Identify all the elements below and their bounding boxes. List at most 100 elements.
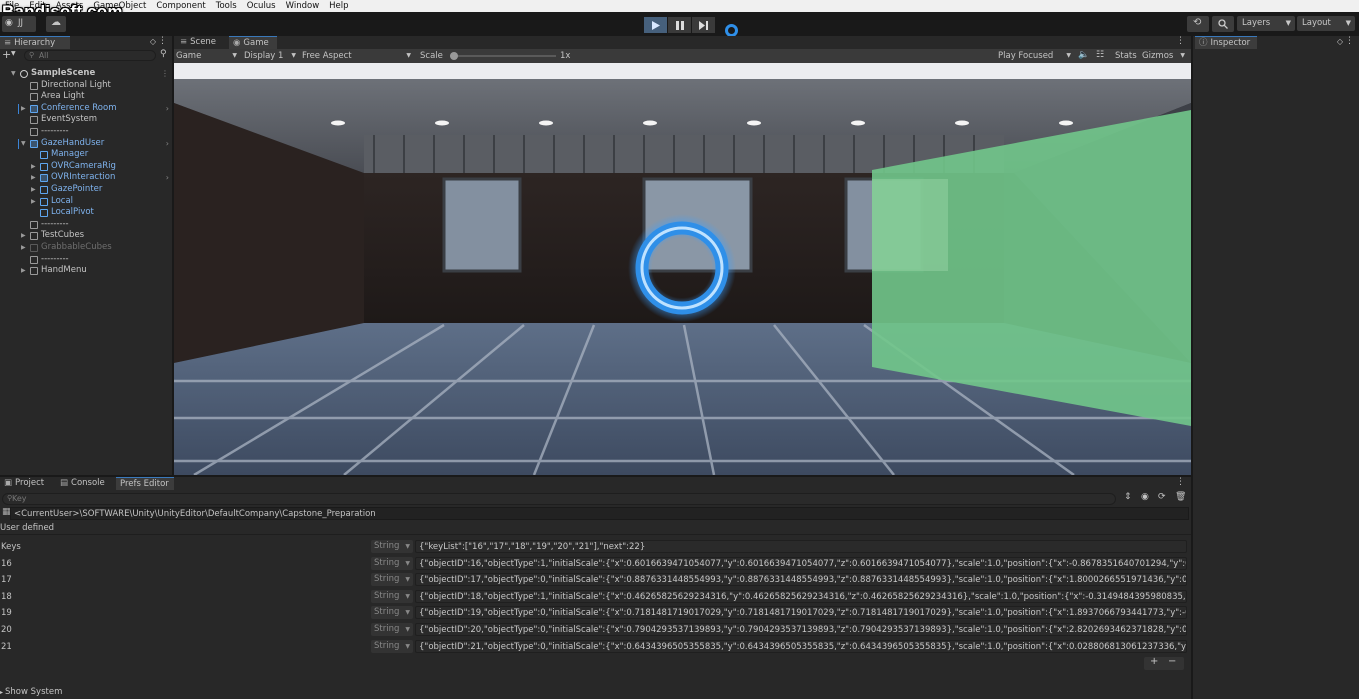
expand-arrow-icon[interactable]: ▼ — [21, 138, 26, 150]
show-system-toggle[interactable]: ▸ Show System — [0, 687, 62, 697]
pref-type-dropdown[interactable]: String ▼ — [371, 623, 413, 636]
menu-window[interactable]: Window — [281, 0, 325, 12]
lock-icon[interactable]: ◇ — [1337, 37, 1343, 46]
pref-value-field[interactable]: {"objectID":19,"objectType":0,"initialSc… — [415, 606, 1187, 620]
add-key-button[interactable]: + — [1150, 656, 1158, 667]
pref-value-field[interactable]: {"objectID":21,"objectType":0,"initialSc… — [415, 639, 1187, 653]
layout-dropdown[interactable]: Layout ▼ — [1297, 16, 1355, 31]
scale-slider[interactable] — [450, 52, 556, 60]
hierarchy-item[interactable]: --------- — [0, 219, 173, 231]
hierarchy-item[interactable]: ▶ GazePointer — [0, 184, 173, 196]
trash-icon[interactable]: 🗑 — [1175, 492, 1186, 502]
tab-inspector[interactable]: ⓘ Inspector — [1195, 36, 1257, 49]
hierarchy-item[interactable]: ▶ OVRCameraRig — [0, 161, 173, 173]
tab-console[interactable]: ▤ Console — [56, 477, 112, 490]
hierarchy-search-input[interactable]: ⚲ All — [24, 50, 156, 61]
step-button[interactable] — [692, 17, 715, 33]
kebab-menu-icon[interactable]: ⋮ — [1176, 477, 1185, 487]
pref-type-dropdown[interactable]: String ▼ — [371, 606, 413, 620]
pref-type-dropdown[interactable]: String ▼ — [371, 639, 413, 653]
hierarchy-item[interactable]: ▼ GazeHandUser › — [0, 138, 173, 150]
keyboard-shortcuts-icon[interactable]: ☷ — [1096, 50, 1104, 60]
mute-audio-icon[interactable]: 🔈 — [1078, 50, 1089, 60]
watch-eye-icon[interactable]: ◉ — [1141, 492, 1149, 502]
add-icon[interactable]: + — [2, 48, 11, 61]
hierarchy-item[interactable]: Area Light — [0, 91, 173, 103]
pref-type-dropdown[interactable]: String ▼ — [371, 589, 413, 603]
stats-button[interactable]: Stats — [1115, 49, 1137, 63]
layers-dropdown[interactable]: Layers ▼ — [1237, 16, 1295, 31]
refresh-icon[interactable]: ⟳ — [1158, 492, 1166, 502]
hierarchy-item[interactable]: LocalPivot — [0, 207, 173, 219]
chevron-down-icon[interactable]: ▼ — [11, 50, 16, 57]
search-button[interactable] — [1212, 16, 1234, 32]
display-dropdown[interactable]: Display 1 ▼ — [244, 49, 299, 63]
hierarchy-item[interactable]: EventSystem — [0, 114, 173, 126]
kebab-menu-icon[interactable]: ⋮ — [1176, 36, 1185, 46]
game-mode-dropdown[interactable]: Game ▼ — [176, 49, 240, 63]
prefab-icon — [30, 104, 38, 113]
tab-game[interactable]: ◉ Game — [229, 36, 277, 49]
lock-icon[interactable]: ◇ — [150, 37, 156, 46]
pref-value-field[interactable]: {"objectID":16,"objectType":1,"initialSc… — [415, 556, 1187, 570]
hierarchy-item[interactable]: ▼ SampleScene ⋮ — [0, 68, 173, 80]
expand-arrow-icon[interactable]: ▼ — [11, 68, 16, 80]
collapse-arrow-icon[interactable]: ▶ — [21, 242, 26, 254]
collapse-arrow-icon[interactable]: ▶ — [21, 265, 26, 277]
sort-icon[interactable]: ⇕ — [1124, 492, 1132, 502]
hierarchy-item[interactable]: ▶ HandMenu — [0, 265, 173, 277]
chevron-right-icon[interactable]: › — [166, 103, 169, 115]
chevron-right-icon[interactable]: › — [166, 138, 169, 150]
kebab-menu-icon[interactable]: ⋮ — [158, 36, 167, 46]
chevron-down-icon: ▼ — [406, 52, 411, 59]
game-viewport[interactable] — [174, 63, 1191, 475]
scale-slider-thumb[interactable] — [450, 52, 458, 60]
chevron-right-icon[interactable]: › — [166, 172, 169, 184]
key-search-input[interactable]: ⚲ Key — [2, 493, 1116, 505]
chevron-down-icon: ▼ — [405, 559, 410, 567]
pref-value-field[interactable]: {"objectID":17,"objectType":0,"initialSc… — [415, 573, 1187, 587]
aspect-dropdown[interactable]: Free Aspect ▼ — [302, 49, 414, 63]
account-button[interactable]: ◉ JJ — [2, 16, 36, 32]
collapse-arrow-icon[interactable]: ▶ — [31, 196, 36, 208]
collapse-arrow-icon[interactable]: ▶ — [21, 103, 26, 115]
menu-help[interactable]: Help — [324, 0, 353, 12]
hierarchy-item[interactable]: --------- — [0, 254, 173, 266]
hierarchy-item[interactable]: ▶ Conference Room › — [0, 103, 173, 115]
collapse-arrow-icon[interactable]: ▶ — [31, 172, 36, 184]
play-mode-dropdown[interactable]: Play Focused ▼ — [998, 49, 1074, 63]
gizmos-dropdown[interactable]: Gizmos ▼ — [1142, 49, 1188, 63]
menu-tools[interactable]: Tools — [211, 0, 242, 12]
pref-value-field[interactable]: {"keyList":["16","17","18","19","20","21… — [415, 540, 1187, 553]
kebab-menu-icon[interactable]: ⋮ — [161, 68, 169, 80]
hierarchy-item[interactable]: ▶ TestCubes — [0, 230, 173, 242]
hierarchy-item[interactable]: Directional Light — [0, 80, 173, 92]
hierarchy-item[interactable]: Manager — [0, 149, 173, 161]
collapse-arrow-icon[interactable]: ▶ — [31, 184, 36, 196]
tab-project[interactable]: ▣ Project — [0, 477, 52, 490]
pref-value-field[interactable]: {"objectID":20,"objectType":0,"initialSc… — [415, 623, 1187, 636]
tab-prefs-editor[interactable]: Prefs Editor — [116, 477, 174, 490]
collapse-arrow-icon[interactable]: ▶ — [31, 161, 36, 173]
cloud-button[interactable]: ☁ — [46, 16, 66, 32]
menu-component[interactable]: Component — [151, 0, 210, 12]
remove-key-button[interactable]: − — [1168, 656, 1176, 667]
collapse-arrow-icon[interactable]: ▶ — [21, 230, 26, 242]
hierarchy-item[interactable]: --------- — [0, 126, 173, 138]
pause-button[interactable] — [668, 17, 691, 33]
play-button[interactable] — [644, 17, 667, 33]
pref-type-dropdown[interactable]: String ▼ — [371, 556, 413, 570]
pref-type-dropdown[interactable]: String ▼ — [371, 540, 413, 553]
history-button[interactable]: ⟲ — [1187, 16, 1209, 32]
kebab-menu-icon[interactable]: ⋮ — [1345, 36, 1354, 46]
pref-type-dropdown[interactable]: String ▼ — [371, 573, 413, 587]
tab-scene[interactable]: ≡ Scene — [176, 36, 226, 49]
prefab-icon — [30, 139, 38, 148]
pref-value-field[interactable]: {"objectID":18,"objectType":1,"initialSc… — [415, 589, 1187, 603]
cloud-icon: ☁ — [51, 17, 61, 28]
hierarchy-item[interactable]: ▶ OVRInteraction › — [0, 172, 173, 184]
hierarchy-item[interactable]: ▶ Local — [0, 196, 173, 208]
hierarchy-item[interactable]: ▶ GrabbableCubes — [0, 242, 173, 254]
menu-oculus[interactable]: Oculus — [242, 0, 281, 12]
scene-search-icon[interactable]: ⚲ — [160, 49, 167, 59]
